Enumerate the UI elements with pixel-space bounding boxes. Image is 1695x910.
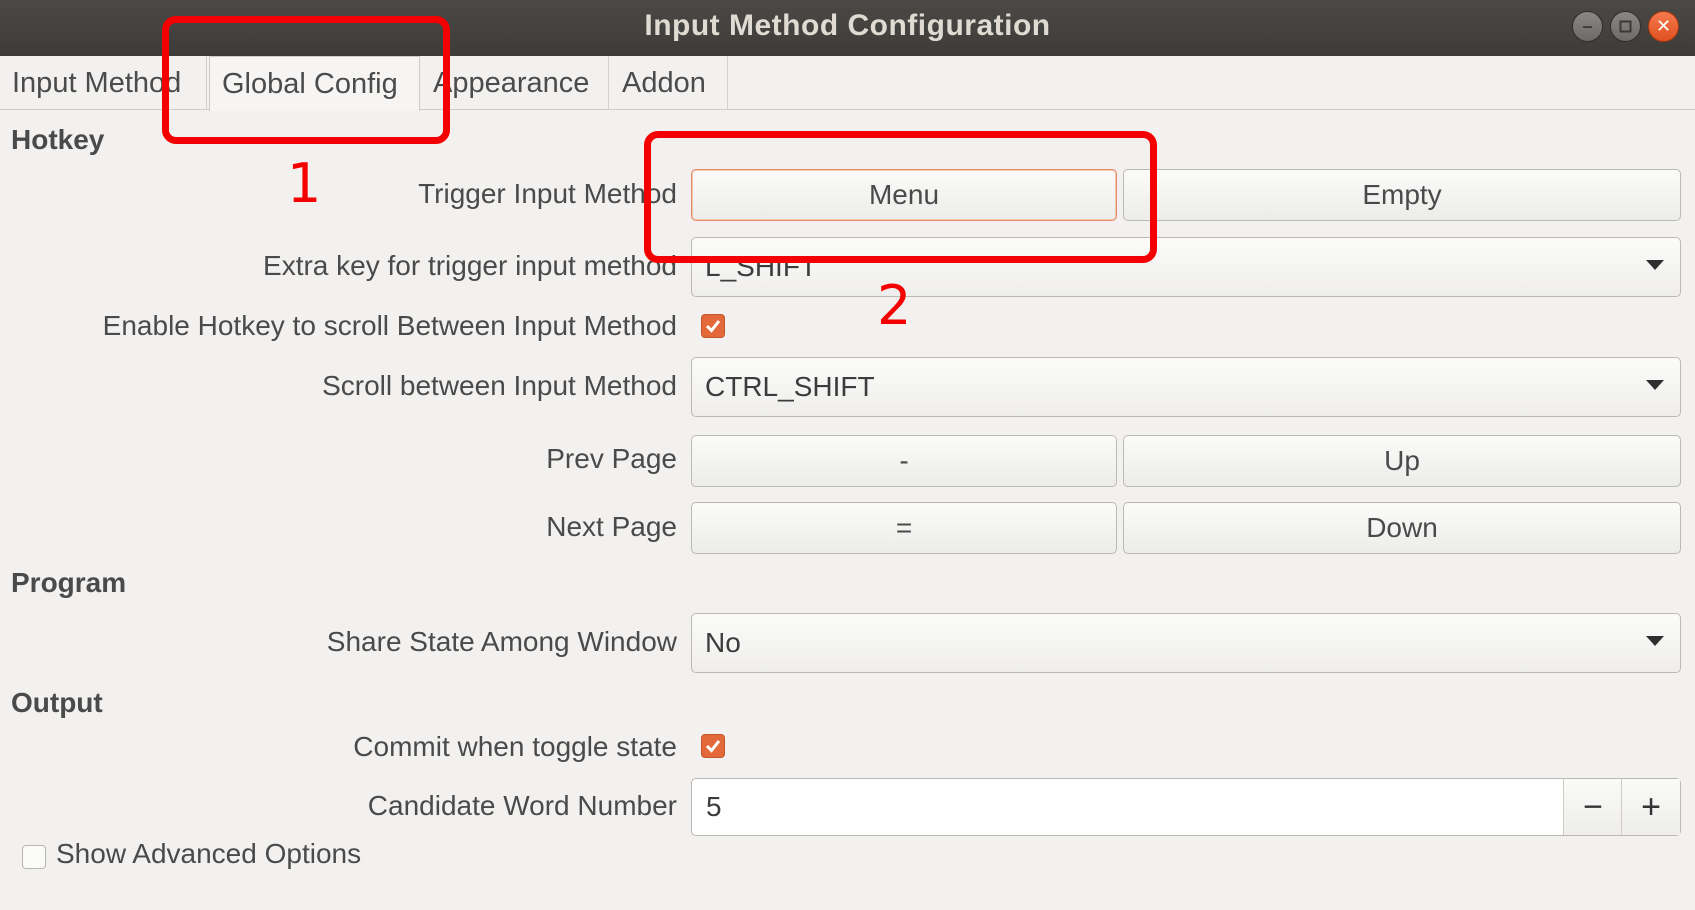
dropdown-arrow-icon xyxy=(1646,380,1664,390)
enable-scroll-hotkey-label: Enable Hotkey to scroll Between Input Me… xyxy=(102,310,677,341)
annotation-number-2: 2 xyxy=(877,274,912,337)
next-page-key-button-1[interactable]: = xyxy=(691,502,1117,554)
show-advanced-label[interactable]: Show Advanced Options xyxy=(56,838,361,870)
share-state-value: No xyxy=(705,627,741,658)
tab-bar: Input Method Global Config Appearance Ad… xyxy=(0,56,1695,111)
share-state-combo[interactable]: No xyxy=(691,613,1681,673)
next-page-label: Next Page xyxy=(546,511,677,542)
trigger-key-button-2[interactable]: Empty xyxy=(1123,169,1681,221)
trigger-input-method-label: Trigger Input Method xyxy=(418,178,677,209)
trigger-key-button-1[interactable]: Menu xyxy=(691,169,1117,221)
section-output: Output xyxy=(11,687,103,718)
dropdown-arrow-icon xyxy=(1646,636,1664,646)
maximize-icon[interactable] xyxy=(1610,11,1641,42)
scroll-input-method-value: CTRL_SHIFT xyxy=(705,371,875,402)
extra-key-combo[interactable]: L_SHIFT xyxy=(691,237,1681,297)
show-advanced-checkbox[interactable] xyxy=(22,845,46,869)
checkmark-icon xyxy=(705,320,721,333)
prev-page-key-button-2[interactable]: Up xyxy=(1123,435,1681,487)
minimize-icon[interactable]: – xyxy=(1572,11,1603,42)
tab-appearance[interactable]: Appearance xyxy=(421,56,609,110)
share-state-label: Share State Among Window xyxy=(326,626,677,657)
next-page-key-button-2[interactable]: Down xyxy=(1123,502,1681,554)
section-hotkey: Hotkey xyxy=(11,124,105,155)
annotation-number-1: 1 xyxy=(287,152,322,215)
scroll-input-method-combo[interactable]: CTRL_SHIFT xyxy=(691,357,1681,417)
tab-global-config[interactable]: Global Config xyxy=(209,56,420,111)
close-icon[interactable]: ✕ xyxy=(1648,11,1679,42)
extra-key-label: Extra key for trigger input method xyxy=(263,250,677,281)
increment-button[interactable]: + xyxy=(1621,779,1680,835)
title-bar[interactable]: Input Method Configuration – ✕ xyxy=(0,0,1695,56)
candidate-number-value[interactable]: 5 xyxy=(706,779,722,835)
section-program: Program xyxy=(11,567,127,598)
commit-toggle-label: Commit when toggle state xyxy=(353,731,677,762)
candidate-number-spinner[interactable]: 5 − + xyxy=(691,778,1681,836)
tab-addon[interactable]: Addon xyxy=(610,56,728,110)
commit-toggle-checkbox[interactable] xyxy=(701,734,725,758)
checkmark-icon xyxy=(705,740,721,753)
tab-input-method[interactable]: Input Method xyxy=(0,56,207,110)
candidate-number-label: Candidate Word Number xyxy=(367,790,677,821)
dropdown-arrow-icon xyxy=(1646,260,1664,270)
config-window: Input Method Configuration – ✕ Input Met… xyxy=(0,0,1695,910)
prev-page-label: Prev Page xyxy=(546,443,677,474)
prev-page-key-button-1[interactable]: - xyxy=(691,435,1117,487)
scroll-input-method-label: Scroll between Input Method xyxy=(322,370,677,401)
extra-key-value: L_SHIFT xyxy=(705,251,818,282)
decrement-button[interactable]: − xyxy=(1563,779,1622,835)
enable-scroll-hotkey-checkbox[interactable] xyxy=(701,314,725,338)
window-title: Input Method Configuration xyxy=(644,9,1051,42)
